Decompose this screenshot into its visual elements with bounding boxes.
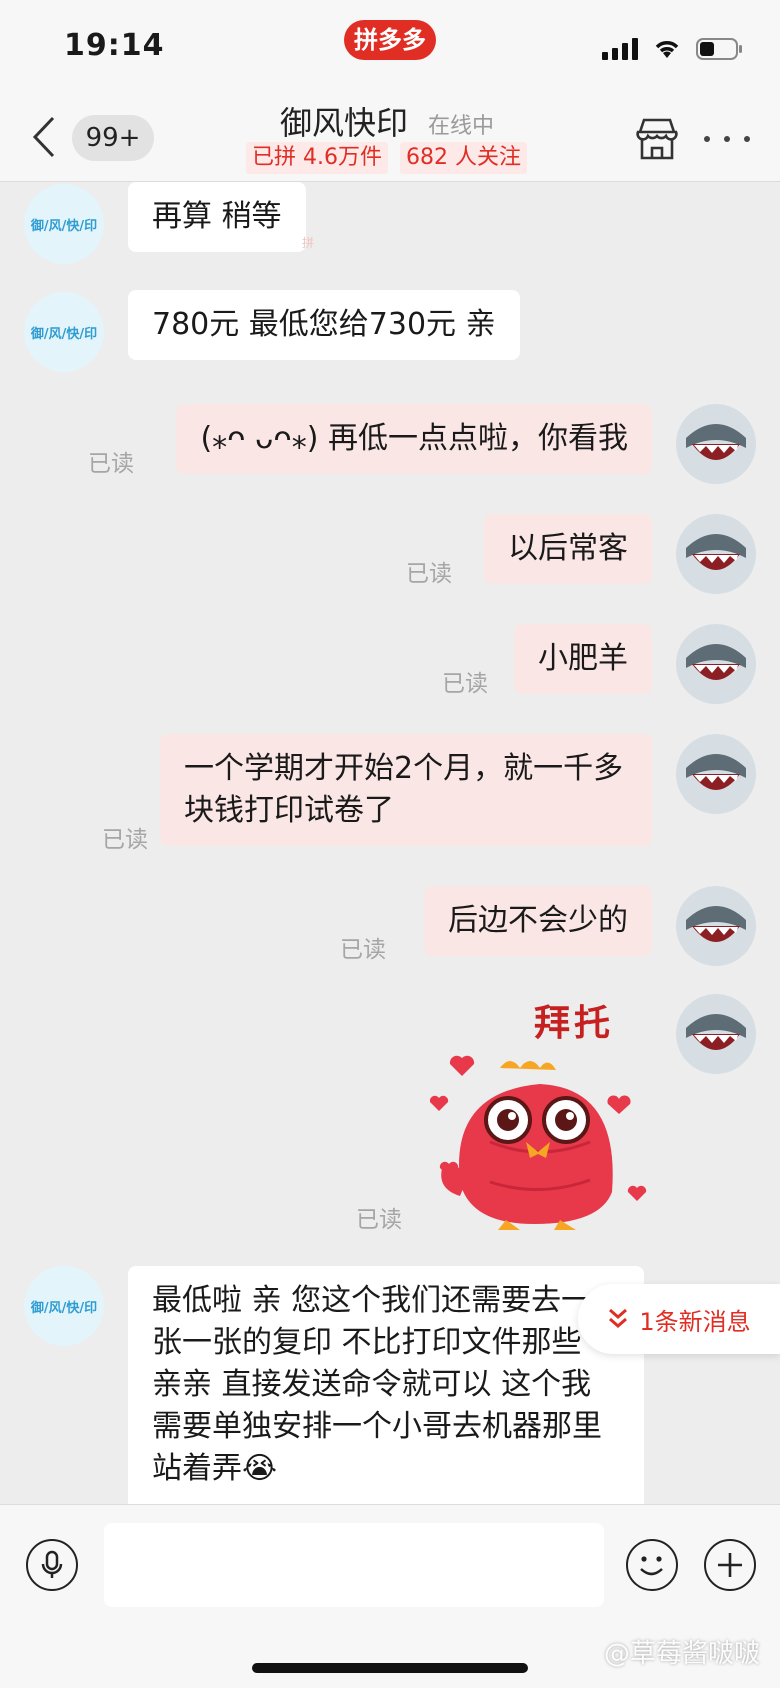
shop-avatar[interactable]: 御/风/快/印	[24, 184, 104, 264]
unread-count-badge[interactable]: 99+	[72, 115, 154, 161]
shop-avatar[interactable]: 御/风/快/印	[24, 1266, 104, 1346]
smiley-icon	[640, 1556, 663, 1576]
sticker-caption: 拜托	[534, 1003, 615, 1044]
read-receipt: 已读	[442, 671, 488, 697]
outgoing-message-bubble[interactable]: 小肥羊	[514, 624, 652, 694]
user-avatar[interactable]	[676, 624, 756, 704]
read-receipt: 已读	[340, 937, 386, 963]
pdd-watermark-icon: 拼	[302, 236, 315, 250]
user-avatar-image	[676, 734, 756, 814]
user-avatar-image	[676, 514, 756, 594]
store-icon	[636, 118, 678, 160]
sold-count-tag: 已拼 4.6万件	[246, 142, 388, 174]
read-receipt: 已读	[406, 561, 452, 587]
outgoing-message-bubble[interactable]: 以后常客	[484, 514, 652, 584]
new-messages-button[interactable]: 1条新消息	[578, 1284, 780, 1354]
incoming-message-bubble[interactable]: 780元 最低您给730元 亲	[128, 290, 520, 360]
chat-area[interactable]: 御/风/快/印 再算 稍等 拼 御/风/快/印 780元 最低您给730元 亲 …	[0, 182, 780, 1504]
shop-avatar[interactable]: 御/风/快/印	[24, 292, 104, 372]
message-input[interactable]	[104, 1523, 604, 1607]
sticker-message[interactable]: 拜托	[429, 992, 650, 1232]
voice-input-button[interactable]	[26, 1539, 78, 1591]
double-chevron-down-icon	[609, 1308, 628, 1328]
read-receipt: 已读	[102, 827, 148, 853]
incoming-message-bubble[interactable]: 最低啦 亲 您这个我们还需要去一张一张的复印 不比打印文件那些 亲亲 直接发送命…	[128, 1266, 644, 1504]
new-messages-label: 1条新消息	[639, 1307, 751, 1336]
home-indicator[interactable]	[252, 1663, 528, 1673]
back-button[interactable]	[24, 112, 64, 162]
online-status: 在线中	[428, 114, 495, 139]
shop-name[interactable]: 御风快印	[280, 98, 408, 144]
read-receipt: 已读	[88, 451, 134, 477]
more-button[interactable]	[704, 124, 750, 154]
user-avatar-image	[676, 886, 756, 966]
battery-icon	[696, 37, 744, 61]
user-avatar-image	[676, 404, 756, 484]
plus-icon	[718, 1553, 742, 1577]
follow-count-tag: 682 人关注	[400, 142, 527, 174]
wifi-icon	[652, 38, 682, 60]
user-avatar[interactable]	[676, 994, 756, 1074]
status-time: 19:14	[64, 28, 165, 63]
user-avatar[interactable]	[676, 514, 756, 594]
more-dot	[744, 136, 750, 142]
cellular-signal-icon	[602, 38, 638, 60]
microphone-icon	[41, 1550, 63, 1578]
user-avatar[interactable]	[676, 886, 756, 966]
user-avatar[interactable]	[676, 404, 756, 484]
store-button[interactable]	[634, 116, 680, 162]
input-bar: @草莓酱啵啵	[0, 1504, 780, 1688]
app-badge: 拼多多	[344, 20, 436, 60]
more-actions-button[interactable]	[704, 1539, 756, 1591]
user-avatar[interactable]	[676, 734, 756, 814]
back-arrow-icon	[32, 116, 55, 158]
outgoing-message-bubble[interactable]: (⁎ᴖ ᴗᴖ⁎) 再低一点点啦，你看我	[176, 404, 652, 474]
emoji-button[interactable]	[626, 1539, 678, 1591]
user-avatar-image	[676, 994, 756, 1074]
read-receipt: 已读	[356, 1207, 402, 1233]
user-avatar-image	[676, 624, 756, 704]
more-dot	[724, 136, 730, 142]
outgoing-message-bubble[interactable]: 后边不会少的	[424, 886, 652, 956]
status-icons	[602, 34, 744, 64]
more-dot	[704, 136, 710, 142]
incoming-message-bubble[interactable]: 再算 稍等	[128, 182, 306, 252]
top-bar: 19:14 拼多多 99+ 御风快印 在线中 已拼 4.6万件 682 人关注	[0, 0, 780, 182]
outgoing-message-bubble[interactable]: 一个学期才开始2个月，就一千多块钱打印试卷了	[160, 734, 652, 846]
watermark: @草莓酱啵啵	[603, 1639, 760, 1669]
